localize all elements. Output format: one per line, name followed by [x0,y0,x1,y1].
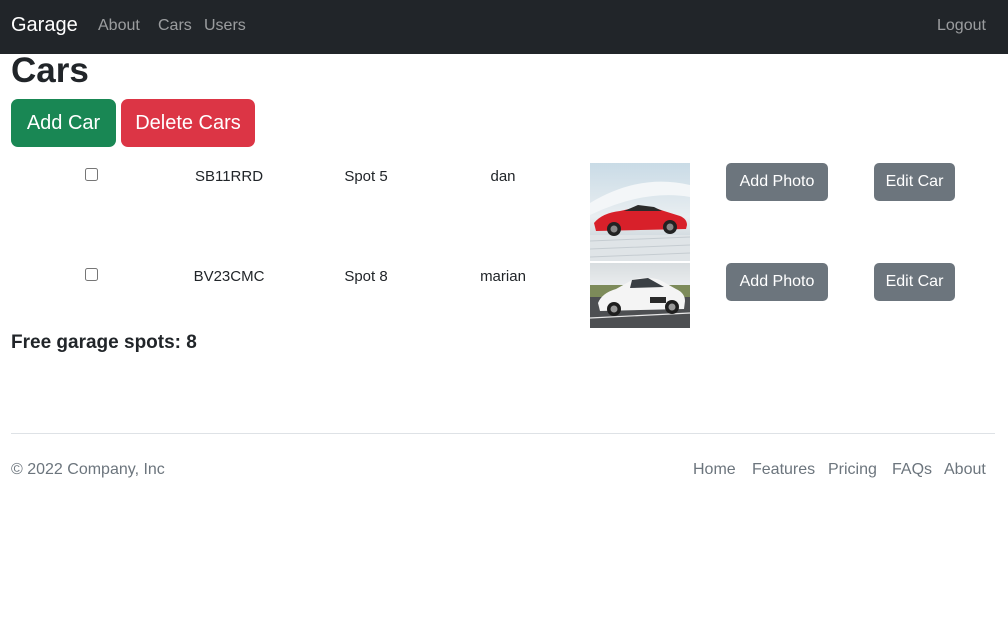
logout-link[interactable]: Logout [937,17,986,35]
owner-cell: marian [480,268,526,285]
nav-link-cars[interactable]: Cars [158,17,192,35]
delete-cars-button[interactable]: Delete Cars [121,99,255,147]
footer-link-home[interactable]: Home [693,461,736,479]
nav-link-about[interactable]: About [98,17,140,35]
plate-cell: BV23CMC [193,268,265,285]
add-car-button[interactable]: Add Car [11,99,116,147]
free-spots-text: Free garage spots: 8 [11,332,197,353]
edit-car-button[interactable]: Edit Car [874,163,955,201]
spot-cell: Spot 8 [344,268,388,285]
top-navbar: Garage About Cars Users Logout [0,0,1008,54]
footer-divider [11,433,995,434]
edit-car-button[interactable]: Edit Car [874,263,955,301]
page-title: Cars [11,51,89,90]
brand-link[interactable]: Garage [11,14,78,37]
row-select-checkbox[interactable] [85,268,98,281]
white-coupe-car-photo [590,263,690,328]
plate-cell: SB11RRD [194,168,264,185]
row-select-checkbox[interactable] [85,168,98,181]
footer-link-features[interactable]: Features [752,461,815,479]
add-photo-button[interactable]: Add Photo [726,263,828,301]
footer-copyright: © 2022 Company, Inc [11,461,165,478]
add-photo-button[interactable]: Add Photo [726,163,828,201]
footer-link-about[interactable]: About [944,461,986,479]
footer-link-pricing[interactable]: Pricing [828,461,877,479]
spot-cell: Spot 5 [344,168,388,185]
red-sports-car-photo [590,163,690,261]
owner-cell: dan [490,168,516,185]
footer-link-faqs[interactable]: FAQs [892,461,932,479]
nav-link-users[interactable]: Users [204,17,246,35]
